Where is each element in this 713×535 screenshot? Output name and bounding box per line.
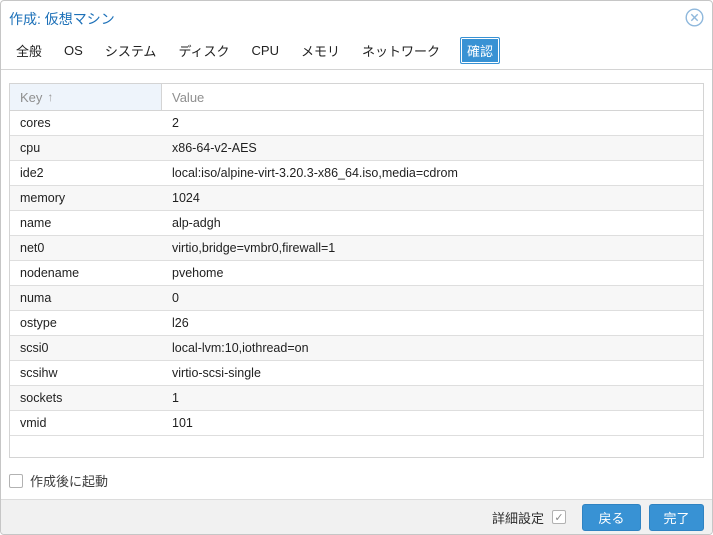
tab-3[interactable]: ディスク — [167, 37, 240, 64]
table-body: cores2cpux86-64-v2-AESide2local:iso/alpi… — [10, 111, 703, 436]
row-key: cpu — [10, 136, 162, 160]
table-row[interactable]: vmid101 — [10, 411, 703, 436]
column-header-key[interactable]: Key ↑ — [10, 84, 162, 110]
row-key: scsi0 — [10, 336, 162, 360]
row-key: sockets — [10, 386, 162, 410]
table-row[interactable]: cores2 — [10, 111, 703, 136]
row-value: 2 — [162, 111, 703, 135]
table-row[interactable]: ide2local:iso/alpine-virt-3.20.3-x86_64.… — [10, 161, 703, 186]
dialog-footer: 詳細設定 ✓ 戻る 完了 — [1, 499, 712, 534]
create-vm-dialog: 作成: 仮想マシン 全般OSシステムディスクCPUメモリネットワーク確認 Key… — [0, 0, 713, 535]
table-row[interactable]: nodenamepvehome — [10, 261, 703, 286]
row-value: 0 — [162, 286, 703, 310]
row-value: l26 — [162, 311, 703, 335]
table-row[interactable]: cpux86-64-v2-AES — [10, 136, 703, 161]
table-row[interactable]: memory1024 — [10, 186, 703, 211]
row-value: virtio,bridge=vmbr0,firewall=1 — [162, 236, 703, 260]
close-icon[interactable] — [684, 8, 704, 28]
row-value: 1024 — [162, 186, 703, 210]
advanced-label: 詳細設定 — [492, 508, 544, 527]
table-row[interactable]: ostypel26 — [10, 311, 703, 336]
confirm-settings-table: Key ↑ Value cores2cpux86-64-v2-AESide2lo… — [9, 83, 704, 458]
tab-6[interactable]: ネットワーク — [351, 37, 451, 64]
row-value: 101 — [162, 411, 703, 435]
advanced-checkbox[interactable]: ✓ — [552, 510, 566, 524]
table-row[interactable]: numa0 — [10, 286, 703, 311]
value-header-label: Value — [172, 90, 204, 105]
tab-4[interactable]: CPU — [241, 39, 290, 62]
row-key: net0 — [10, 236, 162, 260]
row-key: numa — [10, 286, 162, 310]
tab-1[interactable]: OS — [53, 39, 94, 62]
row-key: nodename — [10, 261, 162, 285]
row-key: memory — [10, 186, 162, 210]
row-key: vmid — [10, 411, 162, 435]
start-after-created-checkbox[interactable] — [9, 474, 23, 488]
row-key: name — [10, 211, 162, 235]
table-row[interactable]: namealp-adgh — [10, 211, 703, 236]
tab-active-7[interactable]: 確認 — [460, 37, 500, 64]
dialog-header: 作成: 仮想マシン — [1, 1, 712, 32]
start-after-created-label: 作成後に起動 — [30, 471, 108, 490]
tab-5[interactable]: メモリ — [290, 37, 351, 64]
row-value: local-lvm:10,iothread=on — [162, 336, 703, 360]
row-value: 1 — [162, 386, 703, 410]
row-value: alp-adgh — [162, 211, 703, 235]
back-button[interactable]: 戻る — [582, 504, 641, 531]
table-header-row: Key ↑ Value — [10, 84, 703, 111]
start-after-created-row: 作成後に起動 — [9, 471, 704, 490]
dialog-title: 作成: 仮想マシン — [9, 5, 115, 29]
finish-button[interactable]: 完了 — [649, 504, 704, 531]
tab-0[interactable]: 全般 — [5, 37, 53, 64]
column-header-value[interactable]: Value — [162, 84, 703, 110]
table-row[interactable]: sockets1 — [10, 386, 703, 411]
row-key: ide2 — [10, 161, 162, 185]
row-key: cores — [10, 111, 162, 135]
table-row[interactable]: scsihwvirtio-scsi-single — [10, 361, 703, 386]
table-row[interactable]: net0virtio,bridge=vmbr0,firewall=1 — [10, 236, 703, 261]
row-value: virtio-scsi-single — [162, 361, 703, 385]
row-key: ostype — [10, 311, 162, 335]
row-value: x86-64-v2-AES — [162, 136, 703, 160]
key-header-label: Key — [20, 90, 42, 105]
sort-ascending-icon: ↑ — [47, 90, 53, 104]
wizard-tabbar: 全般OSシステムディスクCPUメモリネットワーク確認 — [1, 32, 712, 70]
tab-2[interactable]: システム — [94, 37, 168, 64]
table-row[interactable]: scsi0local-lvm:10,iothread=on — [10, 336, 703, 361]
row-key: scsihw — [10, 361, 162, 385]
row-value: local:iso/alpine-virt-3.20.3-x86_64.iso,… — [162, 161, 703, 185]
row-value: pvehome — [162, 261, 703, 285]
